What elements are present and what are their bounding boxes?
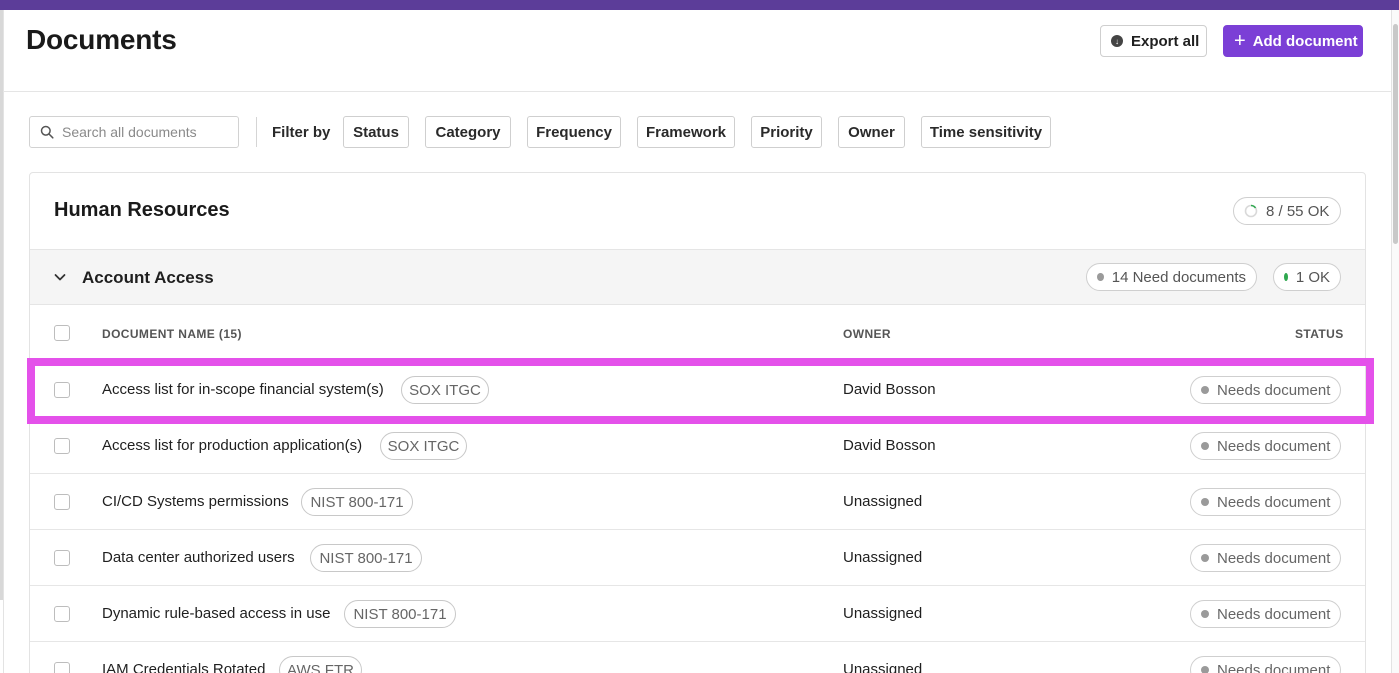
filter-category-button[interactable]: Category [425, 116, 511, 148]
row-checkbox[interactable] [54, 438, 70, 454]
row-divider [30, 473, 1365, 474]
row-divider [30, 361, 1365, 362]
export-all-label: Export all [1131, 32, 1200, 50]
status-text: Needs document [1217, 437, 1331, 455]
framework-tag: SOX ITGC [401, 376, 489, 404]
document-name-link[interactable]: Dynamic rule-based access in use [102, 605, 330, 622]
filter-time-sensitivity-button[interactable]: Time sensitivity [921, 116, 1051, 148]
chevron-down-icon[interactable] [53, 270, 67, 284]
owner-name[interactable]: Unassigned [843, 549, 922, 566]
add-document-button[interactable]: + Add document [1223, 25, 1363, 57]
status-dot-icon [1201, 386, 1209, 394]
status-badge: Needs document [1190, 544, 1341, 572]
status-badge: Needs document [1190, 376, 1341, 404]
status-text: Needs document [1217, 605, 1331, 623]
status-badge: Needs document [1190, 488, 1341, 516]
export-all-button[interactable]: ↓ Export all [1100, 25, 1207, 57]
status-dot-icon [1201, 554, 1209, 562]
status-text: Needs document [1217, 381, 1331, 399]
section-title: Human Resources [54, 199, 230, 221]
scrollbar-thumb[interactable] [1393, 24, 1398, 244]
document-name-link[interactable]: CI/CD Systems permissions [102, 493, 289, 510]
status-dot-icon [1201, 442, 1209, 450]
status-badge: Needs document [1190, 600, 1341, 628]
filter-status-button[interactable]: Status [343, 116, 409, 148]
filter-framework-button[interactable]: Framework [637, 116, 735, 148]
status-text: Needs document [1217, 661, 1331, 673]
framework-tag: SOX ITGC [380, 432, 467, 460]
filter-frequency-button[interactable]: Frequency [527, 116, 621, 148]
column-header-status[interactable]: Status [1295, 327, 1344, 341]
filter-owner-button[interactable]: Owner [838, 116, 905, 148]
column-header-name[interactable]: Document name (15) [102, 327, 242, 341]
column-header-owner[interactable]: Owner [843, 327, 891, 341]
status-text: Needs document [1217, 493, 1331, 511]
row-divider [30, 585, 1365, 586]
filter-divider [256, 117, 257, 147]
group-title: Account Access [82, 268, 214, 287]
document-name-link[interactable]: Data center authorized users [102, 549, 295, 566]
status-badge: Needs document [1190, 656, 1341, 673]
row-divider [30, 641, 1365, 642]
need-documents-badge: 14 Need documents [1086, 263, 1257, 291]
search-box[interactable] [29, 116, 239, 148]
row-checkbox[interactable] [54, 382, 70, 398]
framework-tag: NIST 800-171 [301, 488, 413, 516]
top-accent-bar [0, 0, 1399, 10]
plus-icon: + [1234, 30, 1246, 52]
row-divider [30, 417, 1365, 418]
need-documents-text: 14 Need documents [1111, 268, 1246, 286]
owner-name[interactable]: David Bosson [843, 381, 936, 398]
search-icon [40, 125, 54, 139]
need-dot-icon [1097, 273, 1104, 281]
page-title: Documents [26, 24, 177, 55]
search-input[interactable] [62, 124, 222, 140]
document-name-link[interactable]: IAM Credentials Rotated [102, 661, 265, 673]
filter-by-label: Filter by [272, 124, 331, 141]
section-summary-text: 8 / 55 OK [1266, 202, 1330, 220]
framework-tag: AWS FTR [279, 656, 362, 673]
document-name-link[interactable]: Access list for production application(s… [102, 437, 362, 454]
status-dot-icon [1201, 498, 1209, 506]
framework-tag: NIST 800-171 [344, 600, 456, 628]
status-text: Needs document [1217, 549, 1331, 567]
row-checkbox[interactable] [54, 550, 70, 566]
ok-badge: 1 OK [1273, 263, 1341, 291]
row-checkbox[interactable] [54, 606, 70, 622]
add-document-label: Add document [1252, 32, 1358, 50]
row-checkbox[interactable] [54, 494, 70, 510]
vertical-scrollbar[interactable] [1392, 10, 1399, 673]
select-all-checkbox[interactable] [54, 325, 70, 341]
progress-ring-icon [1244, 204, 1258, 218]
owner-name[interactable]: Unassigned [843, 605, 922, 622]
ok-text: 1 OK [1295, 268, 1330, 286]
row-checkbox[interactable] [54, 662, 70, 673]
section-card [29, 172, 1366, 673]
row-divider [30, 529, 1365, 530]
document-name-link[interactable]: Access list for in-scope financial syste… [102, 381, 384, 398]
status-badge: Needs document [1190, 432, 1341, 460]
ok-dot-icon [1284, 273, 1288, 281]
owner-name[interactable]: David Bosson [843, 437, 936, 454]
download-circle-icon: ↓ [1111, 35, 1123, 47]
owner-name[interactable]: Unassigned [843, 661, 922, 673]
status-dot-icon [1201, 666, 1209, 673]
framework-tag: NIST 800-171 [310, 544, 422, 572]
filter-priority-button[interactable]: Priority [751, 116, 822, 148]
owner-name[interactable]: Unassigned [843, 493, 922, 510]
section-summary-badge: 8 / 55 OK [1233, 197, 1341, 225]
status-dot-icon [1201, 610, 1209, 618]
